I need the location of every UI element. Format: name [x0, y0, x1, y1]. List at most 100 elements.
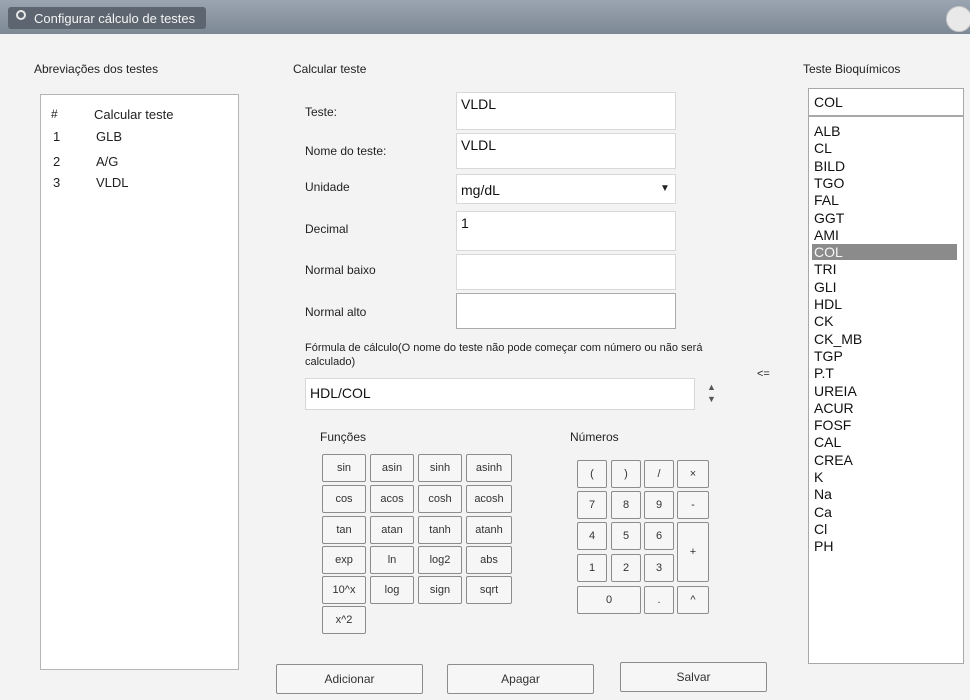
unit-label: Unidade [305, 180, 350, 194]
function-button-10x[interactable]: 10^x [322, 576, 366, 604]
test-list-item[interactable]: COL [812, 244, 957, 261]
key-plus[interactable]: + [677, 522, 709, 582]
tests-table[interactable]: # Calcular teste 1 GLB 2 A/G 3 VLDL [40, 94, 239, 670]
function-button-log[interactable]: log [370, 576, 414, 604]
test-list-item[interactable]: CREA [814, 452, 853, 468]
decimal-input[interactable]: 1 [456, 211, 676, 251]
test-list-item[interactable]: HDL [814, 296, 842, 312]
function-button-asin[interactable]: asin [370, 454, 414, 482]
normal-high-input[interactable] [456, 293, 676, 329]
key-9[interactable]: 9 [644, 491, 674, 519]
test-list-item[interactable]: TGP [814, 348, 843, 364]
test-list-item[interactable]: TGO [814, 175, 844, 191]
test-list-item[interactable]: FAL [814, 192, 839, 208]
function-button-tan[interactable]: tan [322, 516, 366, 544]
spin-up-icon[interactable]: ▲ [707, 382, 716, 392]
spin-down-icon[interactable]: ▼ [707, 394, 716, 404]
test-list-item[interactable]: BILD [814, 158, 845, 174]
test-list-item[interactable]: ACUR [814, 400, 854, 416]
function-button-acosh[interactable]: acosh [466, 485, 512, 513]
test-list-item[interactable]: Ca [814, 504, 832, 520]
formula-label: Fórmula de cálculo(O nome do teste não p… [305, 342, 703, 368]
insert-formula-button[interactable]: <= [757, 368, 770, 380]
function-button-abs[interactable]: abs [466, 546, 512, 574]
test-list-item[interactable]: ALB [814, 123, 840, 139]
biochemical-test-list[interactable]: ALB CL BILD TGO FAL GGT AMI COL TRI GLI HDL CK CK_MB… [808, 116, 964, 664]
key-power[interactable]: ^ [677, 586, 709, 614]
function-button-atan[interactable]: atan [370, 516, 414, 544]
test-list-item[interactable]: CK [814, 313, 833, 329]
window-control-button[interactable] [946, 6, 970, 32]
key-0[interactable]: 0 [577, 586, 641, 614]
test-list-item[interactable]: CAL [814, 434, 841, 450]
table-row[interactable]: 1 GLB [41, 129, 238, 147]
test-list-item[interactable]: GLI [814, 279, 837, 295]
function-button-tanh[interactable]: tanh [418, 516, 462, 544]
normal-low-input[interactable] [456, 254, 676, 290]
column-header-number: # [51, 107, 58, 121]
window-title: Configurar cálculo de testes [34, 11, 196, 26]
test-list-item[interactable]: K [814, 469, 823, 485]
function-button-x2[interactable]: x^2 [322, 606, 366, 634]
test-list-item[interactable]: Cl [814, 521, 827, 537]
test-input[interactable]: VLDL [456, 92, 676, 130]
test-list-item[interactable]: CL [814, 140, 832, 156]
test-name-label: Nome do teste: [305, 144, 387, 158]
function-button-sin[interactable]: sin [322, 454, 366, 482]
title-bar: Configurar cálculo de testes [0, 0, 970, 34]
key-6[interactable]: 6 [644, 522, 674, 550]
key-dot[interactable]: . [644, 586, 674, 614]
function-button-exp[interactable]: exp [322, 546, 366, 574]
key-1[interactable]: 1 [577, 554, 607, 582]
function-button-cos[interactable]: cos [322, 485, 366, 513]
test-list-item[interactable]: AMI [814, 227, 839, 243]
test-list-item[interactable]: Na [814, 486, 832, 502]
test-list-item[interactable]: CK_MB [814, 331, 862, 347]
save-button[interactable]: Salvar [620, 662, 767, 692]
test-list-item[interactable]: GGT [814, 210, 844, 226]
key-open-paren[interactable]: ( [577, 460, 607, 488]
functions-title: Funções [320, 430, 367, 444]
add-button[interactable]: Adicionar [276, 664, 423, 694]
function-button-sign[interactable]: sign [418, 576, 462, 604]
test-list-item[interactable]: P.T [814, 365, 834, 381]
test-list-item[interactable]: UREIA [814, 383, 857, 399]
test-name-input[interactable]: VLDL [456, 133, 676, 169]
function-button-acos[interactable]: acos [370, 485, 414, 513]
key-4[interactable]: 4 [577, 522, 607, 550]
column-header-calc-test: Calcular teste [94, 107, 174, 122]
selected-test-field[interactable]: COL [808, 88, 964, 116]
key-close-paren[interactable]: ) [611, 460, 641, 488]
key-2[interactable]: 2 [611, 554, 641, 582]
function-button-sinh[interactable]: sinh [418, 454, 462, 482]
row-name: GLB [96, 129, 123, 144]
table-row[interactable]: 3 VLDL [41, 175, 238, 193]
table-row[interactable]: 2 A/G [41, 154, 238, 172]
unit-value: mg/dL [461, 182, 500, 198]
function-button-atanh[interactable]: atanh [466, 516, 512, 544]
test-list-item[interactable]: PH [814, 538, 833, 554]
row-name: VLDL [96, 175, 129, 190]
row-number: 1 [53, 129, 61, 144]
right-panel-title: Teste Bioquímicos [803, 62, 901, 76]
delete-button[interactable]: Apagar [447, 664, 594, 694]
bulb-icon [16, 10, 26, 20]
key-multiply[interactable]: × [677, 460, 709, 488]
test-list-item[interactable]: FOSF [814, 417, 851, 433]
key-5[interactable]: 5 [611, 522, 641, 550]
function-button-log2[interactable]: log2 [418, 546, 462, 574]
key-7[interactable]: 7 [577, 491, 607, 519]
key-divide[interactable]: / [644, 460, 674, 488]
function-button-ln[interactable]: ln [370, 546, 414, 574]
normal-low-label: Normal baixo [305, 263, 376, 277]
test-list-item[interactable]: TRI [814, 261, 837, 277]
key-3[interactable]: 3 [644, 554, 674, 582]
formula-input[interactable]: HDL/COL [305, 378, 695, 410]
key-8[interactable]: 8 [611, 491, 641, 519]
key-minus[interactable]: - [677, 491, 709, 519]
row-number: 2 [53, 154, 61, 169]
function-button-cosh[interactable]: cosh [418, 485, 462, 513]
unit-select[interactable]: mg/dL ▼ [456, 174, 676, 204]
function-button-sqrt[interactable]: sqrt [466, 576, 512, 604]
function-button-asinh[interactable]: asinh [466, 454, 512, 482]
